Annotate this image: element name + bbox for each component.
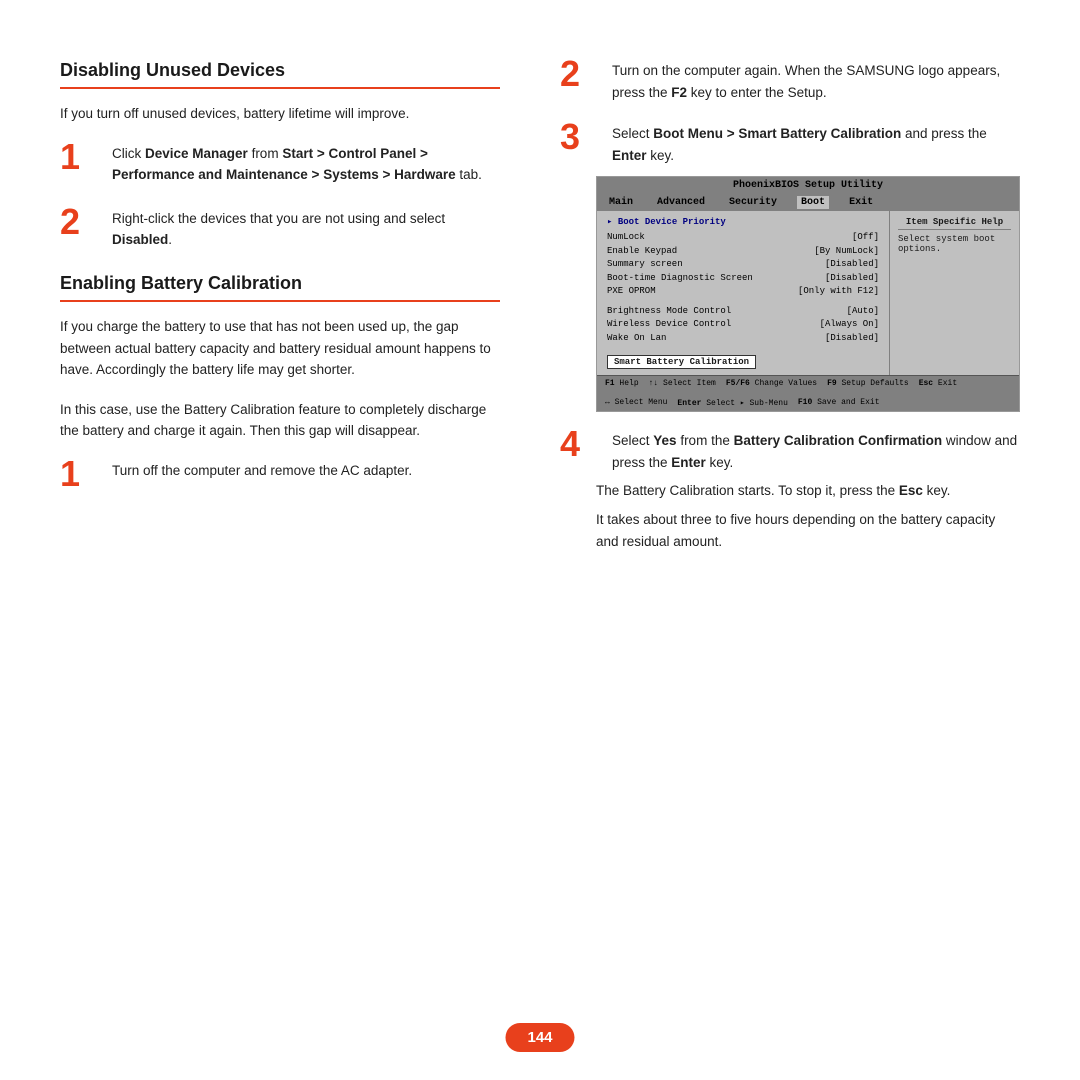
bios-screenshot: PhoenixBIOS Setup Utility Main Advanced … [596,176,1020,412]
step-left-1: 1 Click Device Manager from Start > Cont… [60,143,500,186]
left-column: Disabling Unused Devices If you turn off… [60,60,540,1040]
bios-row-wireless: Wireless Device Control [Always On] [607,318,879,332]
section-battery: Enabling Battery Calibration If you char… [60,273,500,492]
step-battery-1-number: 1 [60,456,96,492]
bios-footer-f9: F9 Setup Defaults [827,379,909,388]
step-right-2-number: 2 [560,56,596,92]
bios-help-text: Select system boot options. [898,234,1011,254]
bios-footer-esc: Esc Exit [919,379,957,388]
step-right-2: 2 Turn on the computer again. When the S… [560,60,1020,103]
step-left-2-text: Right-click the devices that you are not… [112,208,500,251]
bios-footer-updown: ↑↓ Select Item [649,379,716,388]
step-battery-1: 1 Turn off the computer and remove the A… [60,460,500,492]
bios-main-panel: ▸ Boot Device Priority NumLock [Off] Ena… [597,211,889,375]
bios-help-panel: Item Specific Help Select system boot op… [889,211,1019,375]
step-right-4: 4 Select Yes from the Battery Calibratio… [560,430,1020,473]
section-disabling: Disabling Unused Devices If you turn off… [60,60,500,251]
bios-help-title: Item Specific Help [898,217,1011,230]
step-left-1-number: 1 [60,139,96,175]
section2-intro1: If you charge the battery to use that ha… [60,316,500,381]
step-right-3-number: 3 [560,119,596,155]
bios-row-summary: Summary screen [Disabled] [607,258,879,272]
step-left-2-number: 2 [60,204,96,240]
bios-menu-main: Main [605,196,637,209]
bios-footer-f1: F1 Help [605,379,639,388]
bios-group1: NumLock [Off] Enable Keypad [By NumLock]… [607,231,879,299]
step-left-1-text: Click Device Manager from Start > Contro… [112,143,500,186]
step4-extra2: It takes about three to five hours depen… [596,509,1020,552]
section2-intro2: In this case, use the Battery Calibratio… [60,399,500,442]
bios-row-numlock: NumLock [Off] [607,231,879,245]
bios-section-header: ▸ Boot Device Priority [607,217,879,227]
section1-title: Disabling Unused Devices [60,60,500,81]
step-battery-1-text: Turn off the computer and remove the AC … [112,460,412,482]
bios-calibration-button: Smart Battery Calibration [607,351,879,369]
step-right-4-text: Select Yes from the Battery Calibration … [612,430,1020,473]
bios-group2: Brightness Mode Control [Auto] Wireless … [607,305,879,346]
bios-menu-exit: Exit [845,196,877,209]
bios-body: ▸ Boot Device Priority NumLock [Off] Ena… [597,211,1019,375]
bios-footer-enter: Enter Select ▸ Sub-Menu [677,398,787,408]
bios-menu-boot: Boot [797,196,829,209]
page-number: 144 [505,1023,574,1052]
bios-footer: F1 Help ↑↓ Select Item F5/F6 Change Valu… [597,375,1019,411]
step4-extra: The Battery Calibration starts. To stop … [596,480,1020,553]
step-right-2-text: Turn on the computer again. When the SAM… [612,60,1020,103]
bios-menu-advanced: Advanced [653,196,709,209]
bios-title: PhoenixBIOS Setup Utility [597,177,1019,194]
section1-divider [60,87,500,89]
step4-extra1: The Battery Calibration starts. To stop … [596,480,1020,502]
step-right-4-number: 4 [560,426,596,462]
bios-footer-lr: ↔ Select Menu [605,398,667,408]
section2-title: Enabling Battery Calibration [60,273,500,294]
step-left-2: 2 Right-click the devices that you are n… [60,208,500,251]
bios-row-keypad: Enable Keypad [By NumLock] [607,245,879,259]
bios-row-pxe: PXE OPROM [Only with F12] [607,285,879,299]
right-column: 2 Turn on the computer again. When the S… [540,60,1020,1040]
bios-footer-f5f6: F5/F6 Change Values [726,379,817,388]
bios-row-diagnostic: Boot-time Diagnostic Screen [Disabled] [607,272,879,286]
step-right-3: 3 Select Boot Menu > Smart Battery Calib… [560,123,1020,166]
bios-footer-f10: F10 Save and Exit [798,398,880,408]
bios-row-wakeon: Wake On Lan [Disabled] [607,332,879,346]
bios-row-brightness: Brightness Mode Control [Auto] [607,305,879,319]
section1-intro: If you turn off unused devices, battery … [60,103,500,125]
bios-menu-bar: Main Advanced Security Boot Exit [597,194,1019,211]
bios-menu-security: Security [725,196,781,209]
section2-divider [60,300,500,302]
step-right-3-text: Select Boot Menu > Smart Battery Calibra… [612,123,1020,166]
